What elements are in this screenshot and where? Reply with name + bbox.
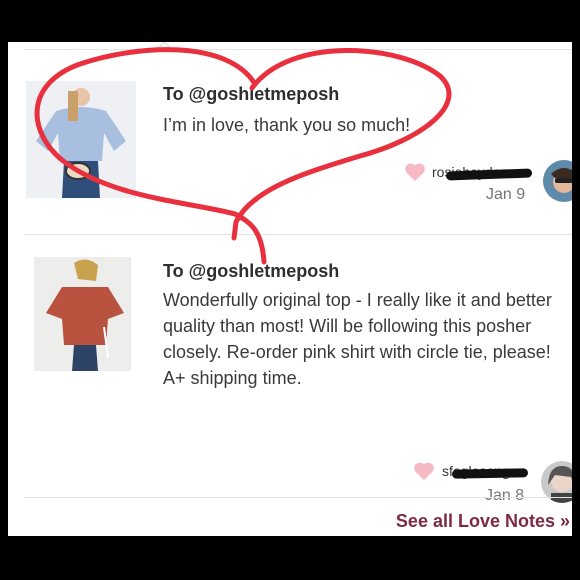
drawn-heart-overlay	[34, 47, 452, 265]
